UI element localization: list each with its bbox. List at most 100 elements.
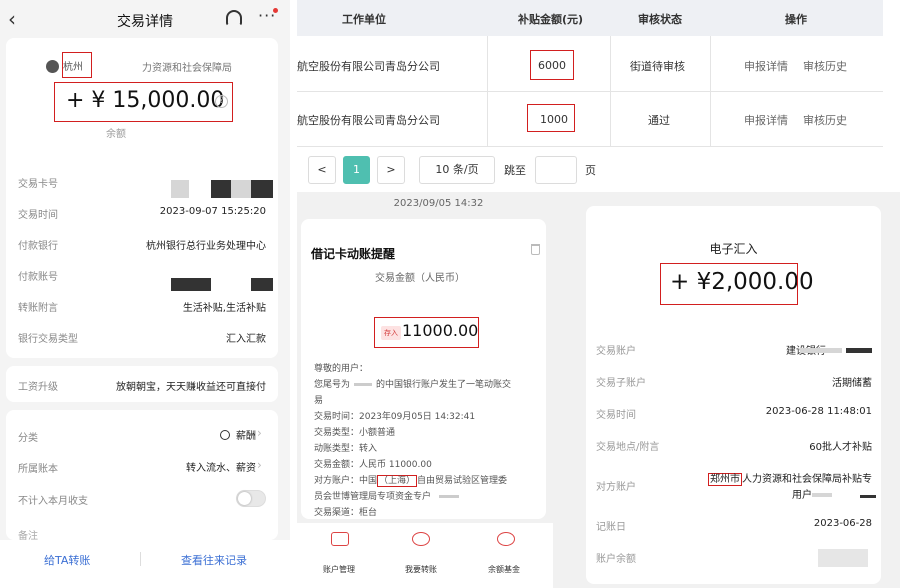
transfer-icon[interactable] [412,532,430,546]
page-title: 交易详情 [117,14,173,30]
row-label: 付款账号 [18,272,58,283]
nav-bar: ‹ 交易详情 ··· [0,0,290,38]
category-text: 薪酬 [236,431,256,442]
redacted [231,180,251,198]
row-label: 分类 [18,433,38,444]
highlight-box [374,317,479,348]
transfer-button[interactable]: 给TA转账 [44,552,90,568]
col-header: 操作 [785,13,807,26]
redacted [354,383,373,386]
balance-label: 余额 [106,129,126,140]
page-jump-input[interactable] [535,156,577,184]
row-value: 杭州银行总行业务处理中心 [146,241,266,252]
body-line: 易 [314,396,324,406]
account-manage-icon[interactable] [331,532,349,546]
highlight-box [54,82,233,122]
body-text: 您尾号为 [314,380,351,390]
body-line: 员会世博管理局专项资金专户 [314,489,460,502]
ledger-value[interactable]: 转入流水、薪资 [186,459,256,474]
bottom-label[interactable]: 我要转账 [405,564,437,575]
body-line: 交易时间：2023年09月05日 14:32:41 [314,412,476,422]
notice-card: 借记卡动账提醒 交易金额（人民币） 存入 11000.00 尊敬的用户： 您尾号… [301,219,546,519]
highlight-box [530,50,574,80]
body-line: 您尾号为 的中国银行账户发生了一笔动账交 [314,377,511,390]
redacted [860,495,876,498]
body-line: 交易金额：人民币 11000.00 [314,460,432,470]
redacted [171,180,189,198]
redacted [439,495,460,498]
highlight-box [62,52,92,78]
salary-value[interactable]: 放朝朝宝，天天赚收益还可直接付 [116,378,266,393]
redacted [818,549,868,567]
body-text: 自由贸易试验区管理委 [417,476,508,486]
col-header: 工作单位 [342,13,386,26]
body-line: 交易渠道：柜台 [314,508,378,518]
col-header: 补贴金额(元) [518,13,584,26]
highlight-box [660,263,798,305]
bottom-label[interactable]: 余额基金 [488,564,520,575]
remittance-panel: 电子汇入 + ¥2,000.00 交易账户 建设银行 交易子账户 活期储蓄 交易… [580,192,900,588]
row-value: 生活补贴,生活补贴 [182,303,266,314]
row-label: 交易时间 [596,410,636,421]
divider [140,552,141,566]
table-cell: 街道待审核 [630,60,685,73]
remittance-title: 电子汇入 [709,242,758,256]
page-size-select[interactable]: 10 条/页 [419,156,495,184]
body-line: 尊敬的用户： [314,364,369,374]
category-value[interactable]: 薪酬 [220,427,256,442]
history-button[interactable]: 查看往来记录 [181,552,247,568]
row-value: 2023-06-28 11:48:01 [765,406,872,417]
timestamp: 2023/09/05 14:32 [393,198,484,209]
row-label: 付款银行 [18,241,58,252]
body-line: 动账类型：转入 [314,444,378,454]
notice-title: 借记卡动账提醒 [311,247,396,261]
redacted [251,180,273,198]
row-label: 银行交易类型 [18,334,78,345]
redacted [211,180,231,198]
body-line: 对方账户：中国 （上海） 自由贸易试验区管理委 [314,473,508,487]
col-header: 审核状态 [638,13,682,26]
wallet-icon [220,430,230,440]
counterparty-city: 郑州市 [708,473,742,486]
fund-icon[interactable] [497,532,515,546]
trash-icon[interactable] [531,244,540,255]
next-page-button[interactable]: > [377,156,405,184]
redacted [800,348,842,353]
row-label: 交易卡号 [18,179,58,190]
exclude-toggle[interactable] [236,490,266,507]
page-button[interactable]: 1 [343,156,370,184]
salary-label: 工资升级 [18,382,58,393]
row-label: 转账附言 [18,303,58,314]
history-link[interactable]: 审核历史 [803,112,847,128]
avatar-icon [46,60,59,73]
row-value: 60批人才补贴 [809,442,872,453]
row-label: 账户余额 [596,554,636,565]
prev-page-button[interactable]: < [308,156,336,184]
redacted [251,278,273,291]
divider [297,91,883,92]
row-label: 交易账户 [596,346,636,357]
table-cell: 航空股份有限公司青岛分公司 [297,60,440,73]
redacted [171,278,211,291]
row-label: 记账日 [596,522,626,533]
row-value: 汇入汇款 [226,334,266,345]
divider [297,146,883,147]
help-icon[interactable]: ? [215,95,228,108]
detail-link[interactable]: 申报详情 [744,112,788,128]
body-text: 对方账户：中国 [314,476,378,486]
body-line: 交易类型：小额普通 [314,428,396,438]
row-value: 活期储蓄 [832,378,872,389]
headset-icon[interactable] [226,10,242,26]
history-link[interactable]: 审核历史 [803,58,847,74]
sms-notice-panel: 2023/09/05 14:32 借记卡动账提醒 交易金额（人民币） 存入 11… [297,192,580,588]
jump-label: 跳至 [504,164,526,177]
row-label: 交易地点/附言 [596,442,660,453]
counterparty-name: 人力资源和社会保障局补贴专 [742,474,872,485]
body-text: （上海） [377,475,418,487]
bottom-label[interactable]: 账户管理 [323,564,355,575]
redacted [846,348,872,353]
row-label: 不计入本月收支 [18,496,88,507]
redacted [812,493,832,497]
chevron-right-icon: › [257,458,262,472]
detail-link[interactable]: 申报详情 [744,58,788,74]
